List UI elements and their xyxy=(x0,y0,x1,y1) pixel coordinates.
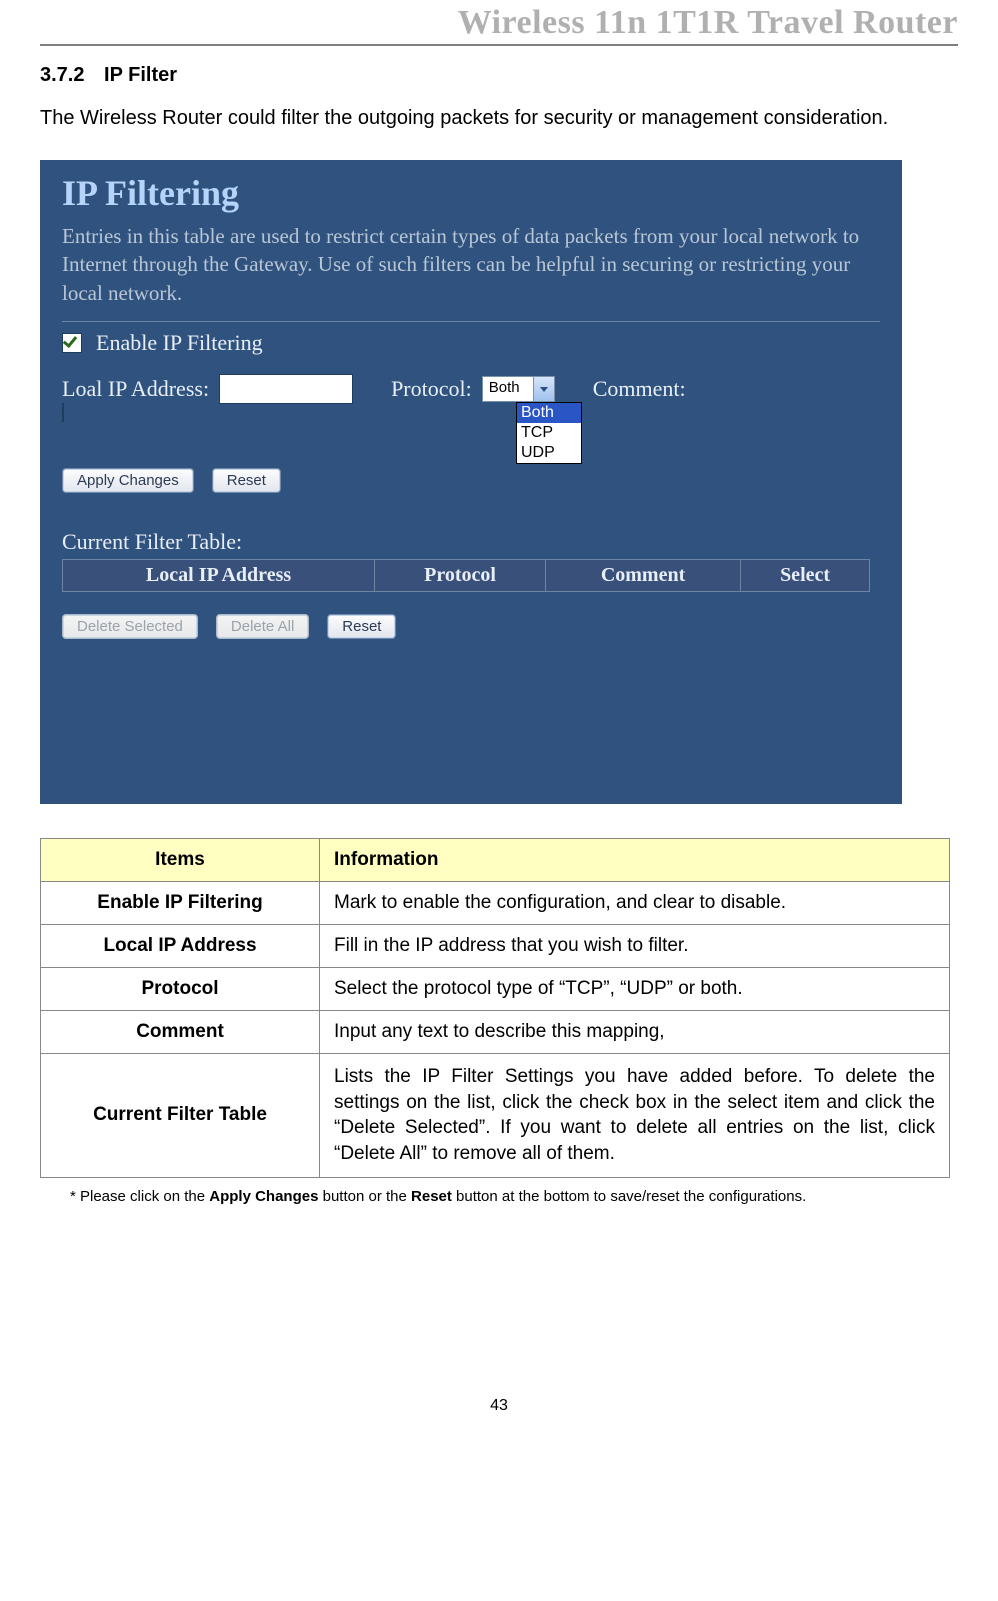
section-heading: 3.7.2 IP Filter xyxy=(40,64,958,87)
table-row: Enable IP Filtering Mark to enable the c… xyxy=(41,882,950,925)
footnote-prefix: * Please click on the xyxy=(70,1188,209,1205)
table-row: Comment Input any text to describe this … xyxy=(41,1011,950,1054)
comment-input[interactable] xyxy=(62,403,64,422)
row-item: Local IP Address xyxy=(41,925,320,968)
table-row: Protocol Select the protocol type of “TC… xyxy=(41,968,950,1011)
table-row: Current Filter Table Lists the IP Filter… xyxy=(41,1054,950,1178)
comment-label: Comment: xyxy=(593,376,686,402)
col-protocol: Protocol xyxy=(375,560,546,592)
row-info: Lists the IP Filter Settings you have ad… xyxy=(320,1054,950,1178)
running-head: Wireless 11n 1T1R Travel Router xyxy=(40,0,958,46)
row-item: Protocol xyxy=(41,968,320,1011)
page-number: 43 xyxy=(40,1397,958,1415)
col-select: Select xyxy=(741,560,870,592)
reset-button[interactable]: Reset xyxy=(212,468,281,493)
row-info: Input any text to describe this mapping, xyxy=(320,1011,950,1054)
local-ip-label: Loal IP Address: xyxy=(62,376,209,402)
footnote: * Please click on the Apply Changes butt… xyxy=(70,1186,958,1207)
local-ip-input[interactable] xyxy=(219,374,353,404)
row-info: Select the protocol type of “TCP”, “UDP”… xyxy=(320,968,950,1011)
section-number: 3.7.2 xyxy=(40,64,84,86)
protocol-dropdown-list[interactable]: Both TCP UDP xyxy=(516,402,582,464)
chevron-down-icon[interactable] xyxy=(533,377,554,401)
reset-table-button[interactable]: Reset xyxy=(327,614,396,639)
current-filter-table-title: Current Filter Table: xyxy=(62,529,880,555)
section-title: IP Filter xyxy=(104,64,177,86)
protocol-option-udp[interactable]: UDP xyxy=(517,443,581,463)
protocol-option-tcp[interactable]: TCP xyxy=(517,423,581,443)
row-item: Enable IP Filtering xyxy=(41,882,320,925)
delete-all-button[interactable]: Delete All xyxy=(216,614,309,639)
protocol-select[interactable]: Both xyxy=(482,376,555,402)
footnote-bold-1: Apply Changes xyxy=(209,1188,318,1205)
footnote-bold-2: Reset xyxy=(411,1188,452,1205)
divider xyxy=(62,321,880,322)
protocol-option-both[interactable]: Both xyxy=(517,403,581,423)
delete-selected-button[interactable]: Delete Selected xyxy=(62,614,198,639)
ip-filtering-screenshot: IP Filtering Entries in this table are u… xyxy=(40,160,902,804)
row-info: Mark to enable the configuration, and cl… xyxy=(320,882,950,925)
current-filter-table: Local IP Address Protocol Comment Select xyxy=(62,559,870,592)
protocol-label: Protocol: xyxy=(391,376,472,402)
items-info-table: Items Information Enable IP Filtering Ma… xyxy=(40,838,950,1178)
header-items: Items xyxy=(41,839,320,882)
col-comment: Comment xyxy=(545,560,740,592)
intro-paragraph: The Wireless Router could filter the out… xyxy=(40,105,958,132)
table-row: Local IP Address Fill in the IP address … xyxy=(41,925,950,968)
enable-ip-filtering-label: Enable IP Filtering xyxy=(96,330,263,356)
footnote-mid: button or the xyxy=(318,1188,411,1205)
row-info: Fill in the IP address that you wish to … xyxy=(320,925,950,968)
apply-changes-button[interactable]: Apply Changes xyxy=(62,468,194,493)
col-local-ip: Local IP Address xyxy=(63,560,375,592)
row-item: Comment xyxy=(41,1011,320,1054)
header-information: Information xyxy=(320,839,950,882)
panel-title: IP Filtering xyxy=(62,172,880,214)
panel-description: Entries in this table are used to restri… xyxy=(62,222,880,307)
row-item: Current Filter Table xyxy=(41,1054,320,1178)
footnote-suffix: button at the bottom to save/reset the c… xyxy=(452,1188,806,1205)
protocol-selected-value: Both xyxy=(483,377,533,401)
enable-ip-filtering-checkbox[interactable] xyxy=(62,333,82,353)
